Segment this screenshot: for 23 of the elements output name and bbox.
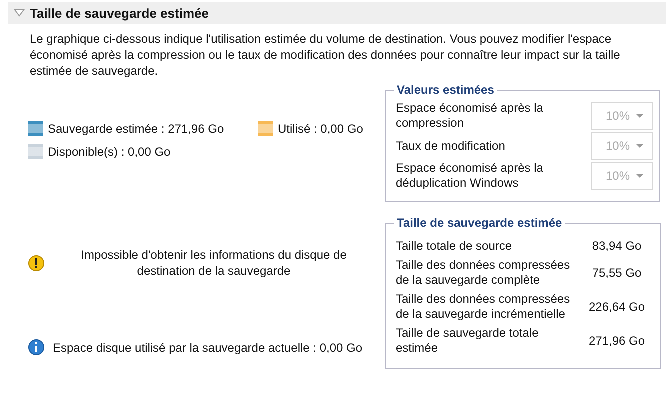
- field-label: Espace économisé après la déduplication Windows: [396, 161, 544, 191]
- collapse-icon[interactable]: [14, 9, 25, 17]
- description-text: Le graphique ci-dessous indique l'utilisation estimée du volume de destination. Vous pouvez modifier l'espace économisé après la compression ou le taux de modification des données pour connaître leur impact sur la taille estimée de sauvegarde.: [29, 31, 622, 79]
- section-title: Taille de sauvegarde estimée: [30, 6, 209, 20]
- legend-label: Utilisé : 0,00 Go: [278, 122, 364, 136]
- size-value: 226,64 Go: [588, 300, 646, 314]
- size-value: 83,94 Go: [591, 239, 643, 253]
- warning-icon: [28, 254, 45, 272]
- message-text: Espace disque utilisé par la sauvegarde actuelle : 0,00 Go: [53, 340, 363, 356]
- field-label: Espace économisé après la compression: [396, 101, 544, 131]
- info-icon: [28, 339, 45, 356]
- size-value: 75,55 Go: [591, 266, 643, 280]
- legend-label: Disponible(s) : 0,00 Go: [48, 144, 171, 158]
- group-title: Valeurs estimées: [396, 83, 496, 97]
- legend-label: Sauvegarde estimée : 271,96 Go: [48, 122, 224, 136]
- field-label: Taux de modification: [396, 138, 506, 154]
- field-label: Taille des données compressées de la sauvegarde incrémentielle: [396, 292, 572, 322]
- message-text: Impossible d'obtenir les informations du disque de destination de la sauvegarde: [80, 247, 348, 279]
- field-label: Taille totale de source: [396, 238, 514, 254]
- field-label: Taille de sauvegarde totale estimée: [396, 326, 540, 356]
- field-label: Taille des données compressées de la sauvegarde complète: [396, 258, 572, 288]
- group-title: Taille de sauvegarde estimée: [396, 216, 564, 230]
- size-value: 271,96 Go: [588, 334, 646, 348]
